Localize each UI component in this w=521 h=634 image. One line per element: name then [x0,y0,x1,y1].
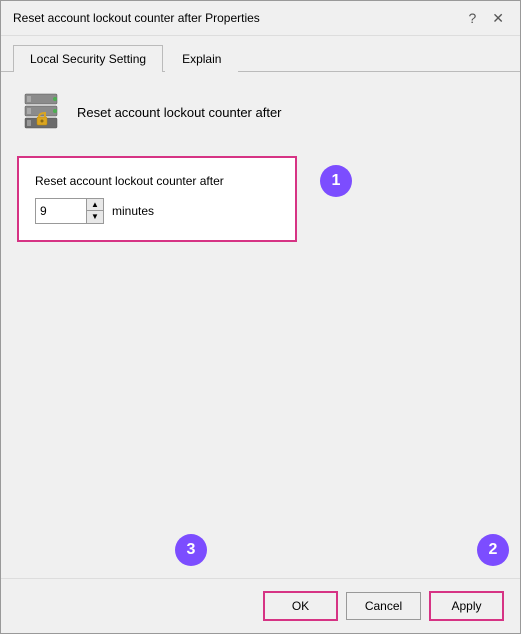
minutes-input[interactable] [36,199,86,223]
button-bar: OK Cancel Apply [1,578,520,633]
main-content: Reset account lockout counter after Rese… [1,72,520,578]
ok-button[interactable]: OK [263,591,338,621]
title-bar-controls: ? ✕ [464,9,508,27]
annotation-circle-2: 2 [477,534,509,566]
policy-icon [17,88,65,136]
close-button[interactable]: ✕ [488,9,508,27]
title-bar: Reset account lockout counter after Prop… [1,1,520,36]
policy-header: Reset account lockout counter after [17,88,504,136]
minutes-label: minutes [112,204,154,218]
settings-box-label: Reset account lockout counter after [35,174,279,188]
apply-button[interactable]: Apply [429,591,504,621]
settings-box: Reset account lockout counter after ▲ ▼ … [17,156,297,242]
tab-local-security-setting[interactable]: Local Security Setting [13,45,163,72]
cancel-button[interactable]: Cancel [346,592,421,620]
window-title: Reset account lockout counter after Prop… [13,11,260,25]
spinner-container: ▲ ▼ [35,198,104,224]
content-spacer [17,258,504,562]
tab-explain[interactable]: Explain [165,45,238,72]
spinner-up-button[interactable]: ▲ [87,199,103,211]
spinner-down-button[interactable]: ▼ [87,211,103,223]
spinner-buttons: ▲ ▼ [86,199,103,223]
help-button[interactable]: ? [464,9,480,27]
spinner-row: ▲ ▼ minutes [35,198,279,224]
annotation-circle-1: 1 [320,165,352,197]
tab-bar: Local Security Setting Explain [1,36,520,72]
policy-title: Reset account lockout counter after [77,105,282,120]
annotation-circle-3: 3 [175,534,207,566]
